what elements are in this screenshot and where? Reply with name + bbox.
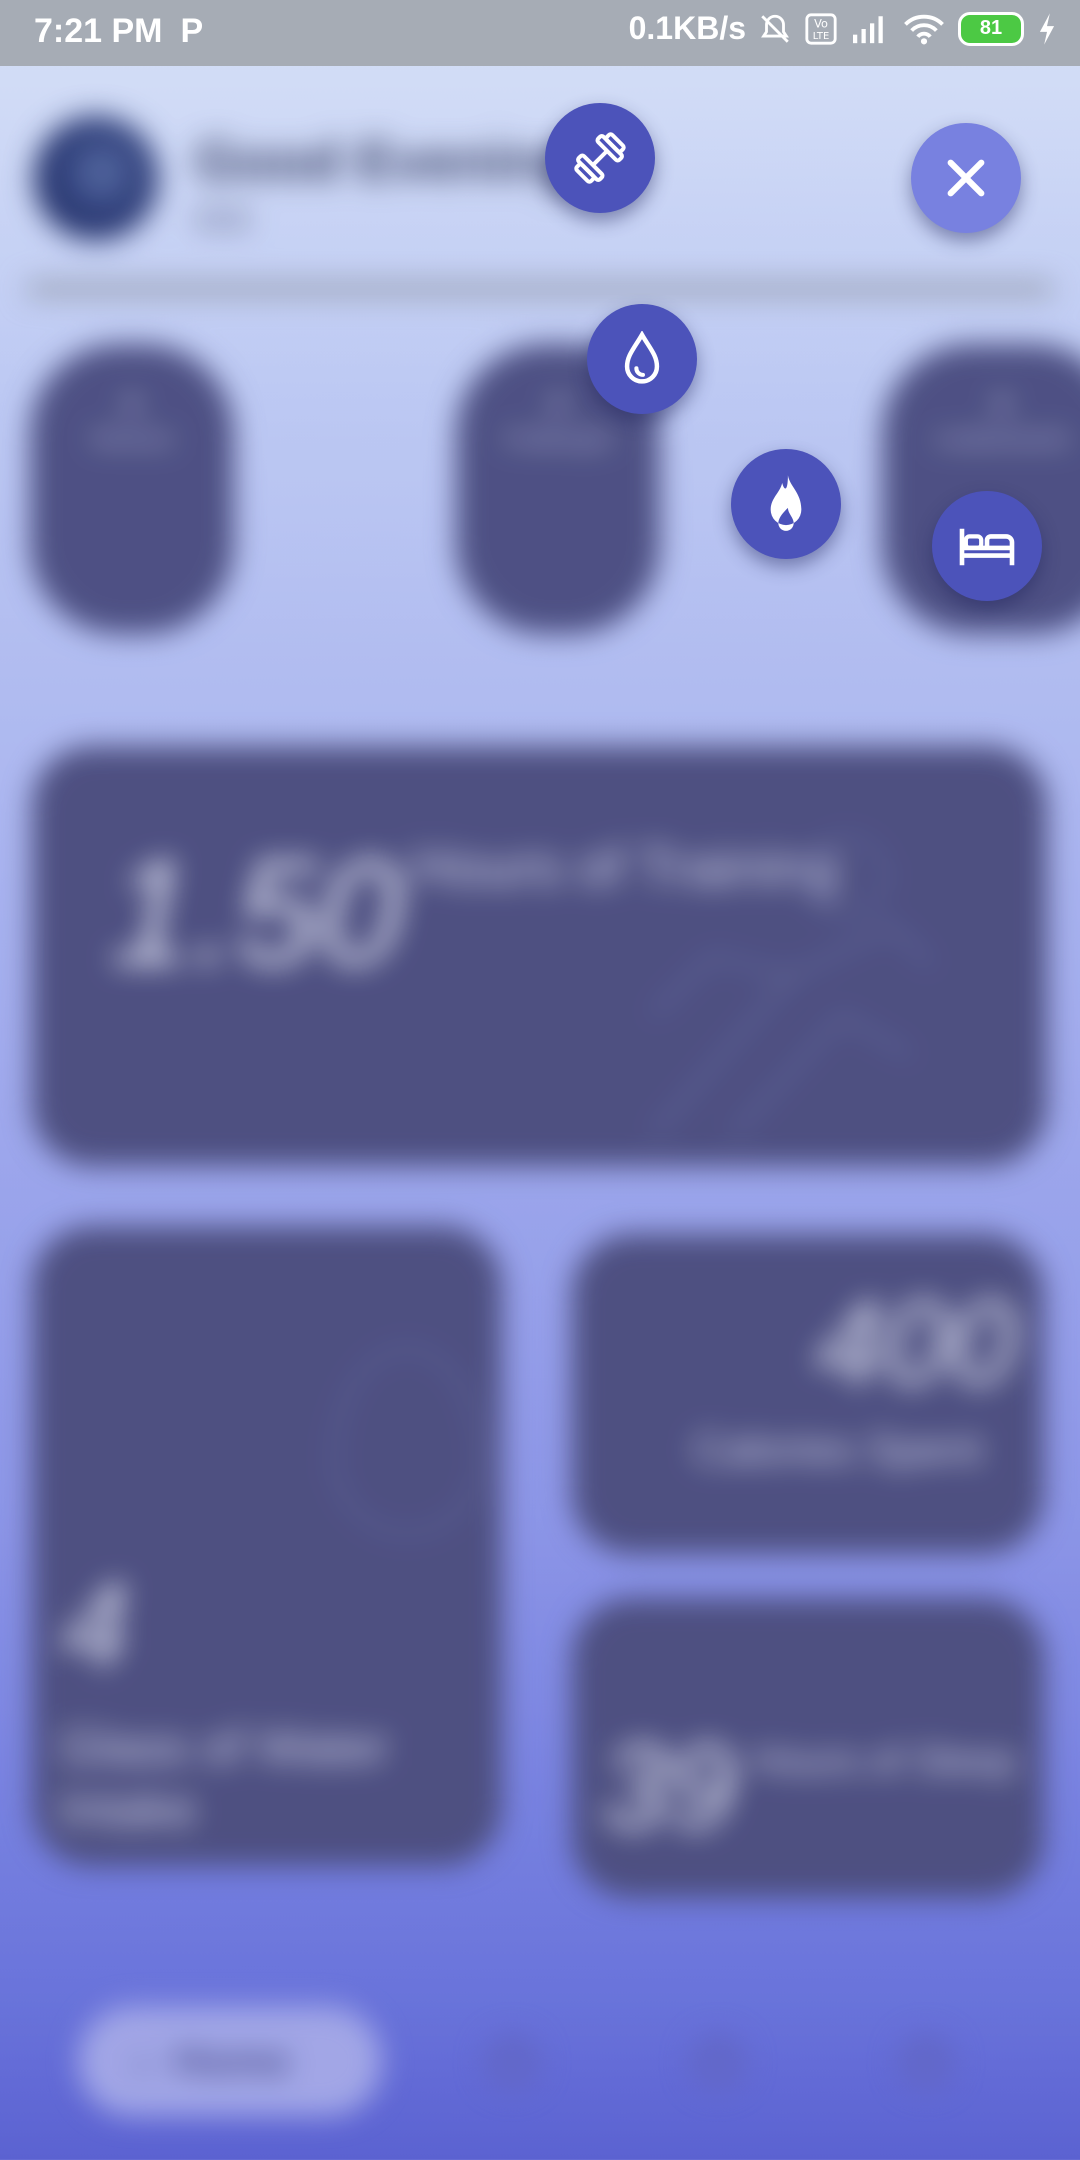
volte-icon: Vo LTE	[804, 12, 838, 46]
dumbbell-icon	[570, 128, 630, 188]
wifi-icon	[902, 12, 946, 46]
status-right: 0.1KB/s Vo LTE 81	[629, 10, 1058, 47]
water-drop-icon	[619, 331, 665, 387]
water-fab[interactable]	[587, 304, 697, 414]
signal-icon	[850, 12, 890, 46]
bed-icon	[956, 521, 1018, 571]
svg-text:LTE: LTE	[813, 30, 829, 41]
battery-level: 81	[979, 17, 1003, 39]
sleep-fab[interactable]	[932, 491, 1042, 601]
charging-icon	[1036, 12, 1058, 46]
mute-bell-icon	[758, 12, 792, 46]
app-indicator: P	[180, 12, 204, 50]
close-icon	[943, 155, 989, 201]
dim-overlay	[0, 66, 1080, 2160]
flame-icon	[763, 473, 809, 535]
calories-fab[interactable]	[731, 449, 841, 559]
svg-text:Vo: Vo	[814, 16, 828, 30]
status-time: 7:21 PM	[34, 12, 163, 50]
net-speed: 0.1KB/s	[628, 10, 746, 46]
status-left: 7:21 PM P	[34, 12, 203, 51]
workout-fab[interactable]	[545, 103, 655, 213]
close-menu-button[interactable]	[911, 123, 1021, 233]
status-bar: 7:21 PM P 0.1KB/s Vo LTE 81	[0, 0, 1080, 66]
battery-icon: 81	[958, 11, 1024, 46]
